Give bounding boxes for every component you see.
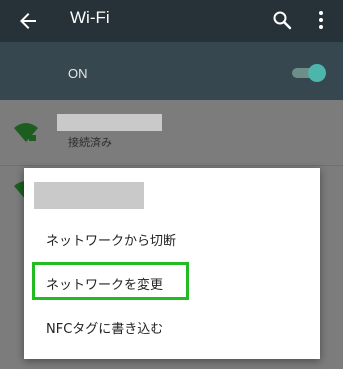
app-bar: Wi-Fi	[0, 0, 343, 42]
network-name-redacted	[57, 114, 162, 131]
switch-state-label: ON	[68, 66, 88, 81]
list-divider	[0, 165, 343, 166]
network-status: 接続済み	[68, 136, 112, 149]
more-vert-icon	[319, 11, 323, 29]
wifi-signal-locked-icon	[14, 123, 38, 142]
menu-item-write-nfc-tag[interactable]: NFCタグに書き込む	[46, 318, 163, 337]
network-row-connected[interactable]: 接続済み	[0, 100, 343, 164]
arrow-back-icon	[20, 13, 36, 29]
more-options-button[interactable]	[316, 10, 326, 30]
toggle-thumb	[308, 64, 326, 82]
back-button[interactable]	[16, 9, 40, 33]
search-icon	[273, 11, 292, 30]
wifi-toggle[interactable]	[290, 64, 326, 82]
network-options-dialog: ネットワークから切断 ネットワークを変更 NFCタグに書き込む	[24, 168, 320, 359]
menu-item-modify-network[interactable]: ネットワークを変更	[46, 274, 163, 293]
page-title: Wi-Fi	[70, 8, 110, 27]
wifi-master-switch-bar: ON	[0, 42, 343, 100]
search-button[interactable]	[272, 10, 292, 30]
dialog-title-redacted	[34, 182, 144, 209]
menu-item-disconnect[interactable]: ネットワークから切断	[46, 230, 176, 249]
